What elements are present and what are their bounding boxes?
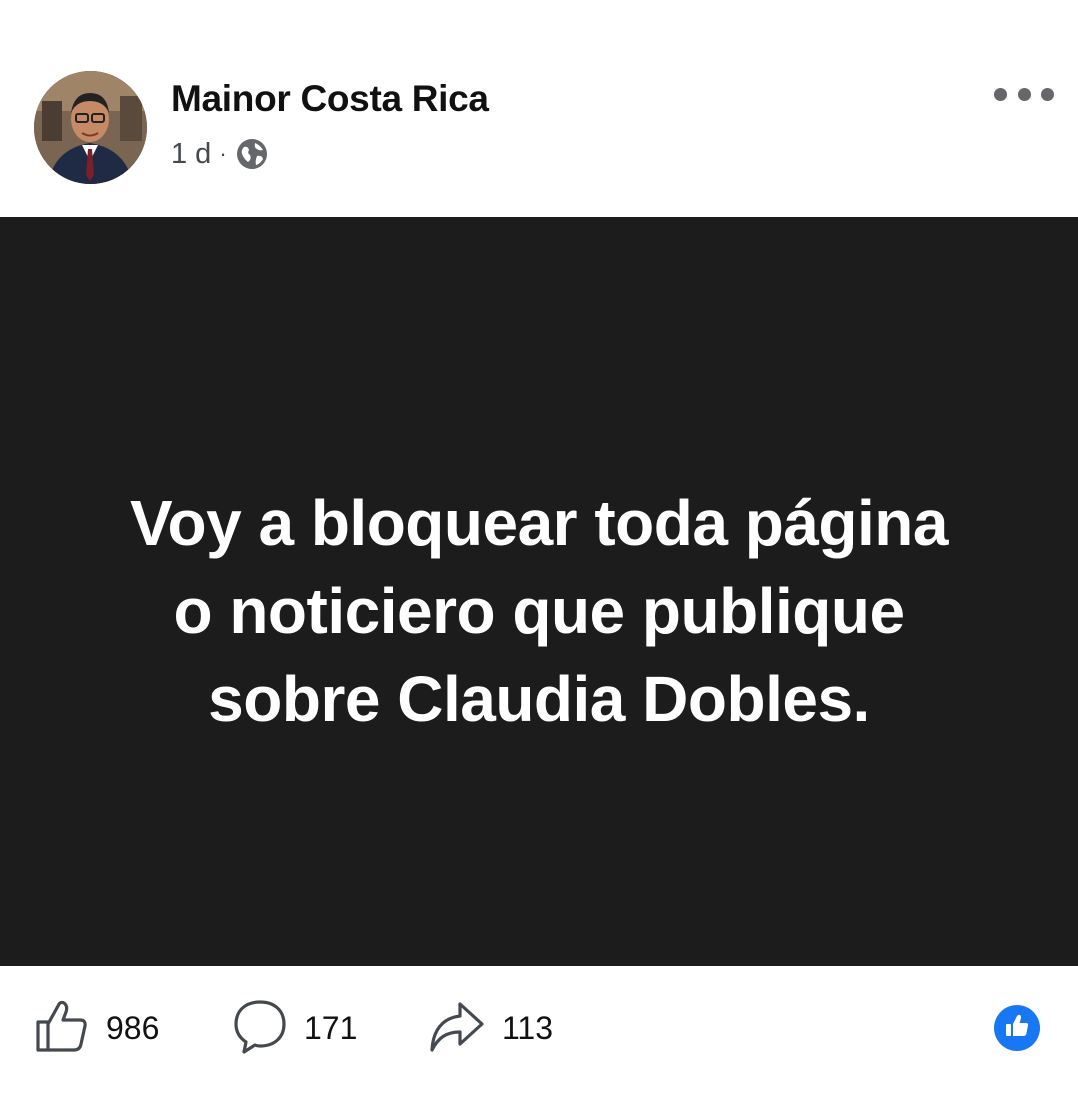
share-count: 113: [502, 1009, 554, 1046]
globe-icon[interactable]: [235, 137, 269, 171]
thumbs-up-icon: [34, 998, 90, 1059]
share-icon: [428, 998, 486, 1059]
comment-button[interactable]: 171: [232, 998, 357, 1058]
like-reaction-badge[interactable]: [994, 1005, 1040, 1051]
post-time[interactable]: 1 d: [171, 138, 211, 171]
more-dot-icon: [1017, 87, 1031, 101]
post-meta: 1 d ·: [171, 136, 269, 172]
more-dot-icon: [994, 87, 1007, 101]
like-count: 986: [106, 1009, 160, 1046]
meta-separator: ·: [219, 141, 227, 166]
post-text: Voy a bloquear toda página o noticiero q…: [130, 486, 948, 735]
comment-count: 171: [304, 1009, 358, 1046]
author-name[interactable]: Mainor Costa Rica: [171, 78, 489, 120]
post-header: Mainor Costa Rica 1 d ·: [0, 0, 1078, 217]
more-options-button[interactable]: [994, 80, 1054, 108]
like-button[interactable]: 986: [34, 998, 159, 1058]
comment-icon: [232, 998, 288, 1059]
post-text-card[interactable]: Voy a bloquear toda página o noticiero q…: [0, 217, 1078, 966]
more-dot-icon: [1041, 87, 1054, 101]
thumbs-up-icon: [1003, 1012, 1031, 1045]
share-button[interactable]: 113: [428, 998, 553, 1058]
author-avatar[interactable]: [34, 71, 147, 184]
